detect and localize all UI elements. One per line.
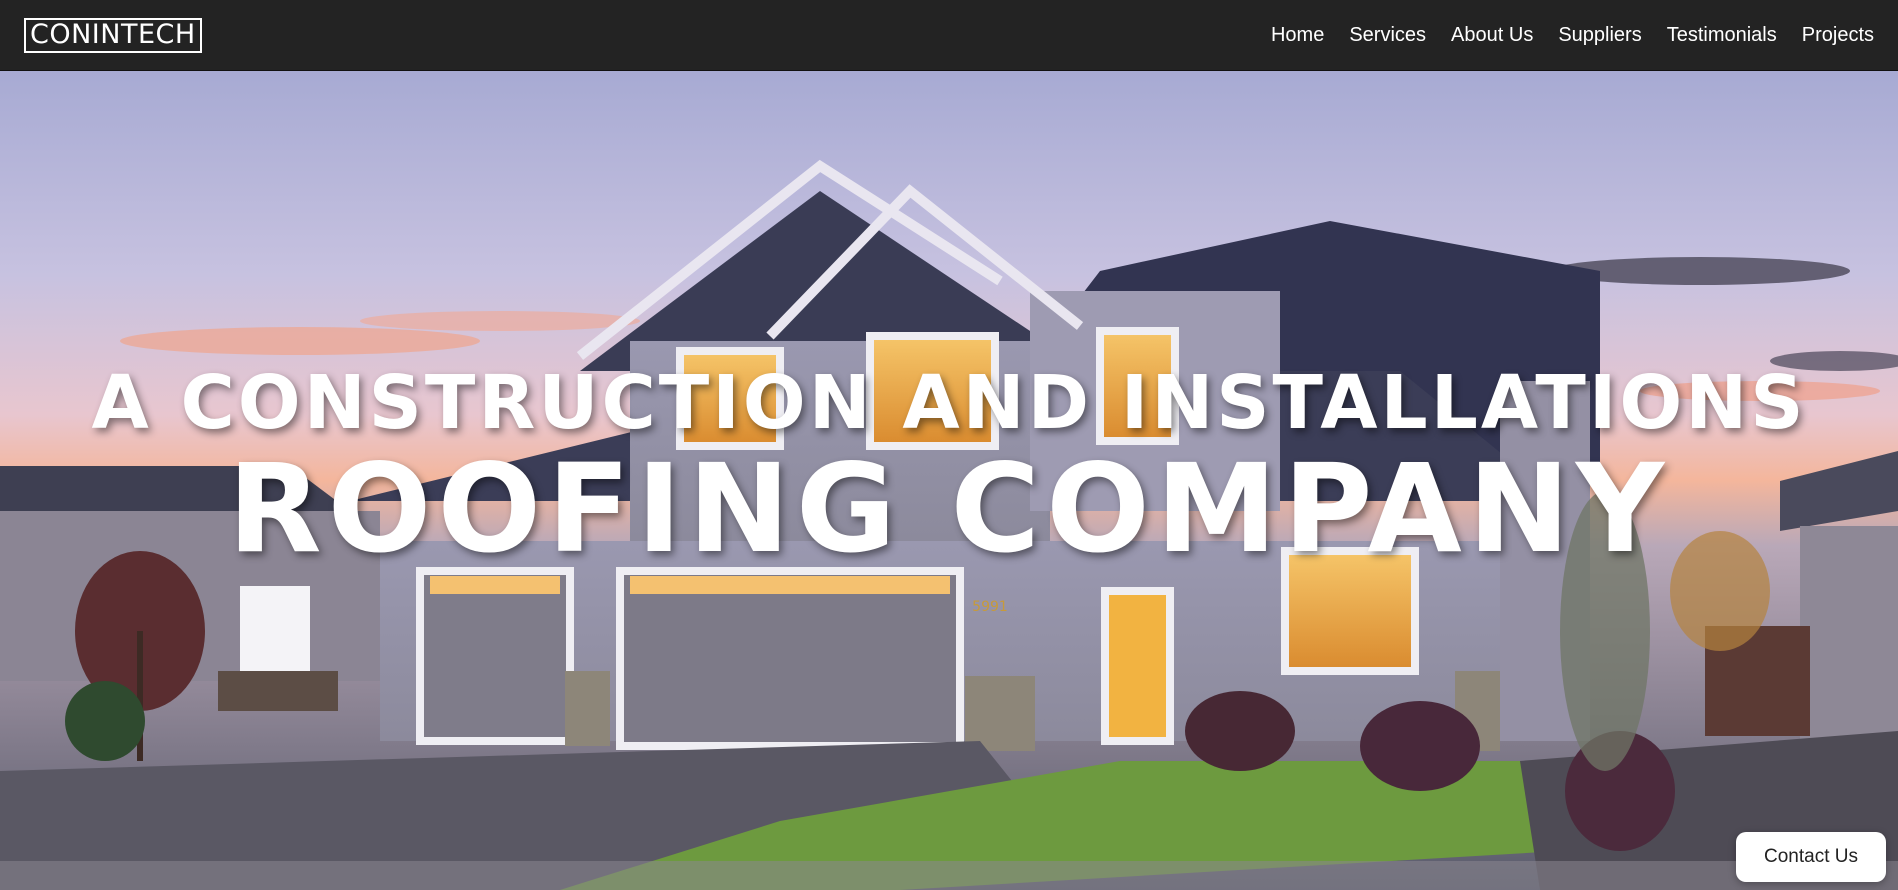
hero-headline-line1: A CONSTRUCTION AND INSTALLATIONS — [91, 360, 1807, 446]
navbar: CONINTECH Home Services About Us Supplie… — [0, 0, 1898, 71]
main-nav: Home Services About Us Suppliers Testimo… — [1271, 24, 1874, 47]
nav-link-suppliers[interactable]: Suppliers — [1558, 24, 1641, 47]
nav-link-about-us[interactable]: About Us — [1451, 24, 1533, 47]
house-number: 5991 — [972, 599, 1008, 615]
nav-link-testimonials[interactable]: Testimonials — [1667, 24, 1777, 47]
hero-section: 5991 A CONSTRUCTION AND INSTALLATIONS RO… — [0, 71, 1898, 890]
site-logo[interactable]: CONINTECH — [24, 17, 202, 53]
contact-us-button[interactable]: Contact Us — [1736, 832, 1886, 882]
nav-link-projects[interactable]: Projects — [1802, 24, 1874, 47]
nav-link-home[interactable]: Home — [1271, 24, 1324, 47]
nav-link-services[interactable]: Services — [1349, 24, 1426, 47]
hero-headline-line2: ROOFING COMPANY — [227, 438, 1671, 580]
hero-headline: A CONSTRUCTION AND INSTALLATIONS ROOFING… — [0, 361, 1898, 573]
